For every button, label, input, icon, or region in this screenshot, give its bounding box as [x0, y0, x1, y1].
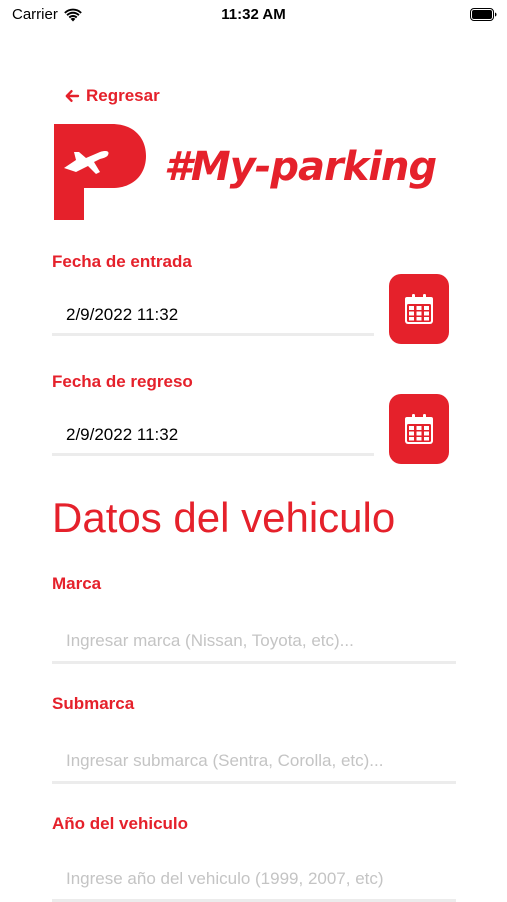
entry-date-field[interactable] [52, 296, 374, 336]
logo-wordmark: #My-parking [164, 144, 437, 190]
parking-p-logo-icon [54, 124, 146, 220]
year-label: Año del vehiculo [52, 814, 189, 833]
year-input[interactable] [52, 858, 456, 902]
brand-input[interactable] [52, 620, 456, 664]
calendar-icon [405, 294, 433, 324]
return-date-calendar-button[interactable] [389, 394, 449, 464]
submodel-label: Submarca [52, 694, 135, 713]
status-bar: Carrier 11:32 AM [0, 0, 507, 32]
back-button[interactable]: Regresar [64, 86, 160, 106]
clock: 11:32 AM [221, 6, 286, 23]
return-date-field[interactable] [52, 416, 374, 456]
brand-label: Marca [52, 574, 102, 593]
entry-date-calendar-button[interactable] [389, 274, 449, 344]
submodel-input[interactable] [52, 740, 456, 784]
vehicle-section-title: Datos del vehiculo [52, 494, 396, 541]
entry-date-label: Fecha de entrada [52, 252, 192, 271]
back-arrow-icon [65, 90, 80, 102]
calendar-icon [405, 414, 433, 444]
return-date-label: Fecha de regreso [52, 372, 193, 391]
battery-icon [470, 8, 497, 21]
app-logo: #My-parking [54, 124, 454, 224]
back-button-label: Regresar [86, 86, 160, 105]
